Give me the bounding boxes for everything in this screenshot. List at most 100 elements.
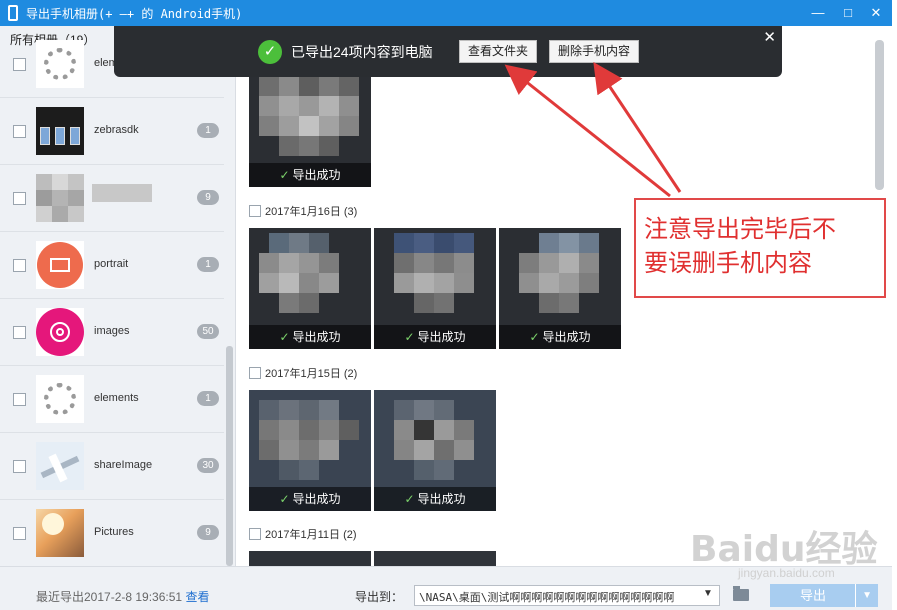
- window-close-button[interactable]: ✕: [866, 3, 886, 23]
- photo-thumbnail[interactable]: ✓ 导出成功: [249, 66, 371, 187]
- album-checkbox[interactable]: [13, 125, 26, 138]
- check-icon: ✓: [279, 168, 290, 182]
- date-group-header[interactable]: 2017年1月11日 (2): [249, 526, 357, 542]
- album-checkbox[interactable]: [13, 326, 26, 339]
- album-name: Pictures: [94, 526, 134, 538]
- photo-thumbnail[interactable]: ✓ 导出成功: [374, 390, 496, 511]
- title-bar: 导出手机相册(+ —+ 的 Android手机) — □ ✕: [0, 0, 892, 26]
- export-path-select[interactable]: \NASA\桌面\测试啊啊啊啊啊啊啊啊啊啊啊啊啊啊啊: [414, 585, 720, 606]
- album-count-badge: 9: [197, 525, 219, 540]
- export-status-text: 导出成功: [417, 330, 466, 344]
- album-item-elements[interactable]: elements 1: [0, 366, 224, 433]
- album-item-blurred[interactable]: 9: [0, 165, 224, 232]
- album-checkbox[interactable]: [13, 192, 26, 205]
- export-status-text: 导出成功: [417, 492, 466, 506]
- view-recent-export-link[interactable]: 查看: [185, 590, 209, 604]
- album-thumbnail: [36, 241, 84, 289]
- album-item-shareimage[interactable]: shareImage 30: [0, 433, 224, 500]
- date-group-checkbox[interactable]: [249, 528, 261, 540]
- export-status-text: 导出成功: [292, 168, 341, 182]
- date-group-header[interactable]: 2017年1月15日 (2): [249, 365, 357, 381]
- envelope-icon: [50, 258, 70, 272]
- album-sidebar: 所有相册（19） elements 1 zebrasdk 1 9: [0, 26, 236, 567]
- album-checkbox[interactable]: [13, 58, 26, 71]
- minimize-button[interactable]: —: [808, 3, 828, 23]
- photo-thumbnail[interactable]: ✓ 导出成功: [374, 228, 496, 349]
- check-icon: ✓: [279, 492, 290, 506]
- loading-spinner-icon: [44, 48, 76, 80]
- album-thumbnail: [36, 174, 84, 222]
- check-icon: ✓: [529, 330, 540, 344]
- photo-thumbnail[interactable]: [249, 551, 371, 566]
- photo-thumbnail[interactable]: ✓ 导出成功: [499, 228, 621, 349]
- export-status-label: ✓ 导出成功: [374, 487, 496, 511]
- photo-thumbnail[interactable]: ✓ 导出成功: [249, 228, 371, 349]
- window-title: 导出手机相册(+ —+ 的 Android手机): [26, 7, 243, 21]
- date-group-label: 2017年1月16日 (3): [265, 206, 358, 218]
- chevron-down-icon[interactable]: ▼: [703, 588, 713, 599]
- album-count-badge: 9: [197, 190, 219, 205]
- date-group-header[interactable]: 2017年1月16日 (3): [249, 203, 357, 219]
- photo-thumbnail[interactable]: [374, 551, 496, 566]
- export-status-label: ✓ 导出成功: [499, 325, 621, 349]
- album-name: images: [94, 325, 130, 337]
- album-name: zebrasdk: [94, 124, 139, 136]
- album-item-pictures[interactable]: Pictures 9: [0, 500, 224, 567]
- delete-phone-content-button[interactable]: 删除手机内容: [549, 40, 640, 63]
- loading-spinner-icon: [44, 383, 76, 415]
- album-thumbnail: [36, 509, 84, 557]
- export-to-label: 导出到：: [355, 590, 404, 604]
- warning-annotation: 注意导出完毕后不 要误删手机内容: [634, 198, 886, 298]
- check-icon: ✓: [404, 492, 415, 506]
- album-count-badge: 1: [197, 391, 219, 406]
- export-status-label: ✓ 导出成功: [374, 325, 496, 349]
- album-thumbnail: [36, 375, 84, 423]
- album-count-badge: 1: [197, 257, 219, 272]
- check-icon: ✓: [279, 330, 290, 344]
- recent-export-time: 最近导出2017-2-8 19:36:51: [36, 590, 183, 604]
- date-group-checkbox[interactable]: [249, 205, 261, 217]
- album-thumbnail: [36, 308, 84, 356]
- album-checkbox[interactable]: [13, 393, 26, 406]
- main-scrollbar[interactable]: [875, 40, 884, 190]
- annotation-line-1: 注意导出完毕后不: [644, 215, 836, 243]
- album-checkbox[interactable]: [13, 527, 26, 540]
- export-status-text: 导出成功: [542, 330, 591, 344]
- album-checkbox[interactable]: [13, 259, 26, 272]
- date-group-checkbox[interactable]: [249, 367, 261, 379]
- notification-close-button[interactable]: ✕: [763, 28, 776, 46]
- album-count-badge: 1: [197, 123, 219, 138]
- folder-icon[interactable]: [733, 586, 749, 601]
- album-item-zebrasdk[interactable]: zebrasdk 1: [0, 98, 224, 165]
- baidu-watermark-logo: Baidu经验: [690, 529, 878, 570]
- export-button-label: 导出: [799, 588, 826, 603]
- sidebar-scrollbar[interactable]: [226, 346, 233, 566]
- maximize-button[interactable]: □: [838, 3, 858, 23]
- album-thumbnail: [36, 107, 84, 155]
- export-status-text: 导出成功: [292, 330, 341, 344]
- export-complete-notification: ✓ 已导出24项内容到电脑 查看文件夹 删除手机内容 ✕: [114, 26, 782, 77]
- album-thumbnail: [36, 442, 84, 490]
- export-status-text: 导出成功: [292, 492, 341, 506]
- export-dropdown-icon[interactable]: ▼: [862, 584, 872, 607]
- check-circle-icon: ✓: [258, 40, 282, 64]
- recent-export-info: 最近导出2017-2-8 19:36:51 查看: [36, 588, 209, 605]
- album-item-images[interactable]: images 50: [0, 299, 224, 366]
- export-status-label: ✓ 导出成功: [249, 325, 371, 349]
- album-item-portrait[interactable]: portrait 1: [0, 232, 224, 299]
- watermark-url: jingyan.baidu.com: [738, 566, 835, 580]
- export-button[interactable]: 导出 ▼: [770, 584, 878, 607]
- export-status-label: ✓ 导出成功: [249, 487, 371, 511]
- export-status-label: ✓ 导出成功: [249, 163, 371, 187]
- photo-thumbnail[interactable]: ✓ 导出成功: [249, 390, 371, 511]
- album-checkbox[interactable]: [13, 460, 26, 473]
- open-folder-button[interactable]: 查看文件夹: [459, 40, 538, 63]
- annotation-line-2: 要误删手机内容: [644, 249, 812, 277]
- date-group-label: 2017年1月11日 (2): [265, 529, 357, 541]
- app-window: 导出手机相册(+ —+ 的 Android手机) — □ ✕ 所有相册（19） …: [0, 0, 892, 610]
- check-icon: ✓: [404, 330, 415, 344]
- album-name: elements: [94, 392, 139, 404]
- album-name: portrait: [94, 258, 129, 270]
- notification-message: 已导出24项内容到电脑: [291, 44, 433, 60]
- album-thumbnail: [36, 40, 84, 88]
